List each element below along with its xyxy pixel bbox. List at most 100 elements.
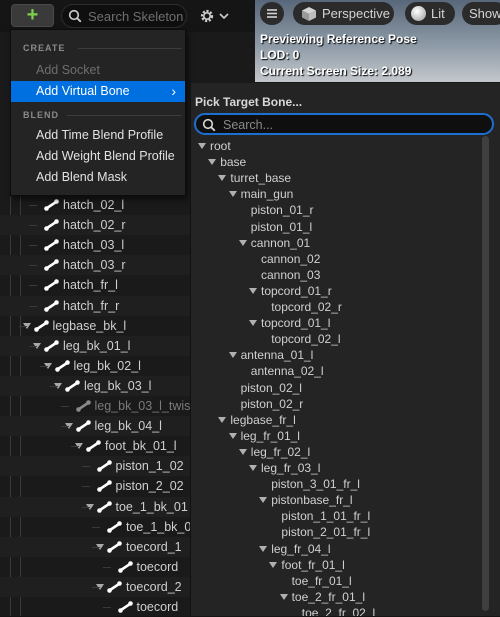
expand-arrow-icon[interactable]	[228, 352, 237, 359]
bone-picker-item[interactable]: piston_01_r	[251, 202, 314, 218]
bone-search-input[interactable]	[223, 117, 483, 132]
bone-picker-item-label: piston_1_01_fr_l	[281, 509, 371, 524]
bone-picker-item[interactable]: topcord_02_r	[271, 299, 342, 315]
bone-icon	[75, 419, 93, 436]
add-blend-mask-item[interactable]: Add Blend Mask	[11, 167, 185, 188]
bone-picker-item[interactable]: base	[208, 154, 246, 170]
skeleton-tree-row-label: leg_bk_04_l	[94, 419, 162, 434]
expand-arrow-icon[interactable]	[218, 416, 227, 423]
bone-picker-item[interactable]: piston_3_01_fr_l	[271, 476, 360, 492]
bone-picker-item[interactable]: topcord_01_l	[249, 315, 330, 331]
bone-picker-item-label: leg_fr_02_l	[250, 444, 311, 459]
bone-picker-item[interactable]: leg_fr_03_l	[249, 460, 320, 476]
expand-arrow-icon[interactable]	[228, 191, 237, 198]
add-context-menu: CREATE Add Socket Add Virtual Bone › BLE…	[10, 29, 186, 196]
skeleton-tree-row-label: leg_bk_02_l	[73, 358, 141, 373]
bone-picker-item-label: piston_01_r	[250, 203, 314, 218]
bone-picker-item-label: piston_02_r	[240, 396, 304, 411]
bone-picker-item-label: base	[220, 155, 247, 170]
show-button[interactable]: Show	[462, 2, 500, 25]
bone-picker-item[interactable]: cannon_03	[261, 267, 320, 283]
perspective-button[interactable]: Perspective	[293, 2, 394, 25]
bone-picker-item-label: piston_02_l	[240, 380, 302, 395]
add-button[interactable]: +	[11, 4, 54, 27]
expand-arrow-icon[interactable]	[249, 287, 257, 294]
expand-arrow-icon[interactable]	[198, 143, 206, 149]
tree-connector	[50, 385, 58, 387]
expand-arrow-icon[interactable]	[238, 239, 247, 246]
virtual-bone-icon	[75, 399, 93, 416]
bone-picker-item-label: cannon_03	[261, 267, 321, 282]
skeleton-search-box[interactable]	[61, 4, 187, 28]
bone-picker-item[interactable]: cannon_02	[261, 251, 320, 267]
expand-arrow-icon[interactable]	[259, 497, 268, 504]
tree-connector	[39, 365, 48, 367]
cube-icon	[302, 7, 316, 21]
bone-picker-item[interactable]: piston_02_r	[241, 396, 304, 412]
lit-button[interactable]: Lit	[405, 2, 455, 25]
tree-connector	[60, 406, 69, 407]
expand-arrow-icon[interactable]	[208, 159, 217, 166]
skeleton-tree-row-label: hatch_02_l	[63, 198, 125, 212]
add-weight-blend-profile-item[interactable]: Add Weight Blend Profile	[11, 146, 185, 167]
screen-size-text: Current Screen Size: 2.089	[260, 64, 412, 78]
add-time-blend-profile-item[interactable]: Add Time Blend Profile	[11, 125, 185, 146]
bone-picker-item-label: toe_2_fr_01_l	[291, 589, 365, 604]
tree-connector	[92, 586, 100, 588]
bone-picker-item[interactable]: toe_fr_01_l	[292, 573, 352, 589]
expand-arrow-icon[interactable]	[218, 175, 227, 182]
search-icon	[202, 118, 216, 132]
bone-picker-item-label: piston_2_01_fr_l	[281, 525, 371, 540]
skeleton-tree-row-label: toe_1_bk_02	[126, 519, 199, 534]
skeleton-search-input[interactable]	[88, 8, 184, 24]
bone-picker-item[interactable]: antenna_01_l	[228, 347, 313, 363]
bone-icon	[117, 600, 135, 617]
tree-connector	[81, 506, 90, 508]
expand-arrow-icon[interactable]	[228, 432, 237, 439]
bone-icon	[33, 319, 51, 336]
expand-arrow-icon[interactable]	[259, 545, 268, 552]
expand-arrow-icon[interactable]	[279, 593, 288, 600]
bone-picker-item[interactable]: foot_fr_01_l	[269, 557, 345, 573]
bone-picker-item[interactable]: topcord_02_l	[271, 331, 340, 347]
settings-dropdown-button[interactable]	[196, 6, 236, 26]
expand-arrow-icon[interactable]	[249, 320, 257, 327]
add-virtual-bone-item[interactable]: Add Virtual Bone ›	[11, 81, 185, 102]
bone-picker-item[interactable]: antenna_02_l	[251, 363, 324, 379]
bone-picker-item[interactable]: toe_2_fr_02_l	[302, 605, 375, 616]
bone-picker-scrollbar[interactable]	[482, 136, 489, 611]
search-icon	[68, 9, 82, 23]
bone-picker-item[interactable]: turret_base	[218, 170, 291, 186]
bone-picker-item[interactable]: toe_2_fr_01_l	[279, 589, 365, 605]
bone-icon	[43, 218, 61, 235]
bone-picker-item[interactable]: piston_01_l	[251, 219, 312, 235]
bone-search-box[interactable]	[194, 113, 494, 135]
bone-picker-item[interactable]: piston_02_l	[241, 380, 302, 396]
bone-picker-item-label: topcord_02_l	[271, 332, 341, 347]
add-socket-item[interactable]: Add Socket	[11, 60, 185, 81]
expand-arrow-icon[interactable]	[269, 561, 278, 568]
bone-picker-item[interactable]: cannon_01	[238, 235, 310, 251]
bone-picker-item[interactable]: piston_1_01_fr_l	[281, 508, 370, 524]
expand-arrow-icon[interactable]	[238, 448, 247, 455]
tree-connector	[92, 546, 100, 548]
bone-picker-item[interactable]: legbase_fr_l	[218, 412, 296, 428]
bone-picker-item[interactable]: piston_2_01_fr_l	[281, 524, 370, 540]
bone-picker-item-label: turret_base	[230, 171, 292, 186]
bone-icon	[106, 580, 124, 597]
bone-picker-item[interactable]: topcord_01_r	[249, 283, 332, 299]
bone-picker-item[interactable]: leg_fr_04_l	[259, 541, 331, 557]
menu-separator	[67, 115, 182, 116]
bone-picker-item[interactable]: main_gun	[228, 186, 293, 202]
skeleton-tree-row-label: legbase_bk_l	[52, 318, 127, 333]
pick-target-bone-title: Pick Target Bone...	[195, 95, 303, 109]
viewport[interactable]: Perspective Lit Show Previewing Referenc…	[255, 0, 500, 82]
bone-picker-item[interactable]: leg_fr_02_l	[238, 444, 311, 460]
viewport-menu-button[interactable]	[260, 2, 284, 25]
bone-picker-item[interactable]: pistonbase_fr_l	[259, 492, 353, 508]
bone-picker-item[interactable]: leg_fr_01_l	[228, 428, 300, 444]
skeleton-tree-row-label: foot_bk_01_l	[105, 439, 177, 454]
bone-picker-item[interactable]: root	[198, 138, 231, 154]
expand-arrow-icon[interactable]	[249, 465, 257, 471]
menu-separator	[78, 48, 182, 49]
